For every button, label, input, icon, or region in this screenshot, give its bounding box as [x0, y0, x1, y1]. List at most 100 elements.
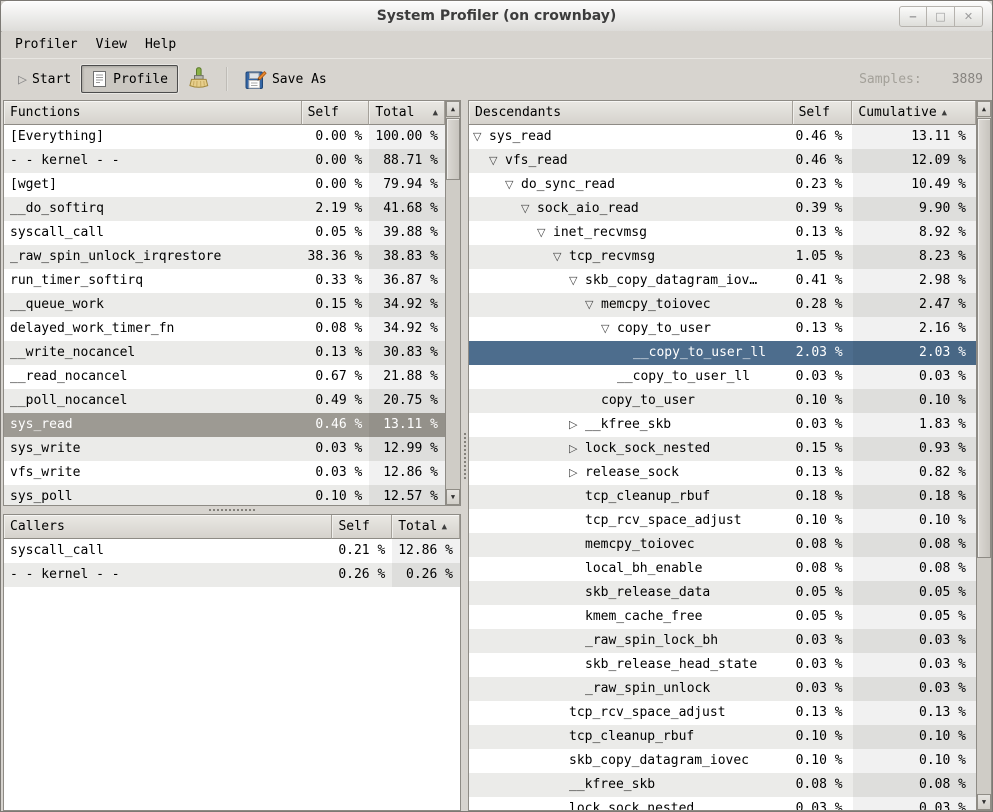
tree-row[interactable]: __copy_to_user_ll2.03 %2.03 % — [469, 341, 976, 365]
table-row[interactable]: __write_nocancel0.13 %30.83 % — [4, 341, 445, 365]
tree-row[interactable]: ▷__kfree_skb0.03 %1.83 % — [469, 413, 976, 437]
expander-open-icon[interactable]: ▽ — [537, 221, 553, 245]
profile-toggle-button[interactable]: Profile — [81, 65, 178, 93]
column-header-cumulative[interactable]: Cumulative ▲ — [852, 101, 976, 125]
table-row[interactable]: __read_nocancel0.67 %21.88 % — [4, 365, 445, 389]
tree-row[interactable]: local_bh_enable0.08 %0.08 % — [469, 557, 976, 581]
tree-row[interactable]: _raw_spin_lock_bh0.03 %0.03 % — [469, 629, 976, 653]
save-as-button[interactable]: Save As — [235, 63, 337, 95]
total-percent: 12.57 % — [369, 485, 445, 505]
table-row[interactable]: __queue_work0.15 %34.92 % — [4, 293, 445, 317]
expander-closed-icon[interactable]: ▷ — [569, 437, 585, 461]
table-row[interactable]: [Everything]0.00 %100.00 % — [4, 125, 445, 149]
expander-open-icon[interactable]: ▽ — [505, 173, 521, 197]
tree-row[interactable]: tcp_rcv_space_adjust0.10 %0.10 % — [469, 509, 976, 533]
table-row[interactable]: syscall_call0.05 %39.88 % — [4, 221, 445, 245]
menu-view[interactable]: View — [87, 34, 136, 55]
column-header-total[interactable]: Total ▲ — [392, 515, 460, 539]
scroll-down-button[interactable]: ▼ — [446, 489, 460, 505]
column-header-self[interactable]: Self — [793, 101, 853, 125]
expander-open-icon[interactable]: ▽ — [521, 197, 537, 221]
tree-row[interactable]: ▷release_sock0.13 %0.82 % — [469, 461, 976, 485]
expander-open-icon[interactable]: ▽ — [489, 149, 505, 173]
tree-row[interactable]: tcp_rcv_space_adjust0.13 %0.13 % — [469, 701, 976, 725]
column-header-self[interactable]: Self — [302, 101, 370, 125]
column-header-total[interactable]: Total ▲ — [369, 101, 445, 125]
table-row[interactable]: [wget]0.00 %79.94 % — [4, 173, 445, 197]
function-name-label: skb_copy_datagram_iov… — [585, 269, 757, 293]
function-name: syscall_call — [4, 539, 333, 563]
tree-row[interactable]: ▽do_sync_read0.23 %10.49 % — [469, 173, 976, 197]
start-button[interactable]: ▷ Start — [8, 67, 81, 92]
tree-row[interactable]: ▽skb_copy_datagram_iov…0.41 %2.98 % — [469, 269, 976, 293]
column-header-self[interactable]: Self — [332, 515, 392, 539]
tree-row[interactable]: __copy_to_user_ll0.03 %0.03 % — [469, 365, 976, 389]
tree-row[interactable]: skb_release_data0.05 %0.05 % — [469, 581, 976, 605]
menu-help[interactable]: Help — [136, 34, 185, 55]
function-name: _raw_spin_unlock_irqrestore — [4, 245, 302, 269]
expander-open-icon[interactable]: ▽ — [585, 293, 601, 317]
tree-row[interactable]: tcp_cleanup_rbuf0.18 %0.18 % — [469, 485, 976, 509]
titlebar[interactable]: System Profiler (on crownbay) ‒□✕ — [1, 1, 992, 32]
table-row[interactable]: - - kernel - -0.26 %0.26 % — [4, 563, 460, 587]
table-row[interactable]: sys_read0.46 %13.11 % — [4, 413, 445, 437]
maximize-button[interactable]: □ — [927, 6, 955, 27]
table-row[interactable]: syscall_call0.21 %12.86 % — [4, 539, 460, 563]
cumulative-percent: 2.47 % — [853, 293, 976, 317]
table-row[interactable]: _raw_spin_unlock_irqrestore38.36 %38.83 … — [4, 245, 445, 269]
tree-row[interactable]: _raw_spin_unlock0.03 %0.03 % — [469, 677, 976, 701]
vertical-splitter[interactable] — [461, 100, 468, 811]
self-percent: 0.05 % — [793, 581, 853, 605]
tree-row[interactable]: ▽memcpy_toiovec0.28 %2.47 % — [469, 293, 976, 317]
column-header-callers[interactable]: Callers — [4, 515, 332, 539]
function-name: ▽tcp_recvmsg — [469, 245, 793, 269]
tree-row[interactable]: ▷lock_sock_nested0.15 %0.93 % — [469, 437, 976, 461]
table-row[interactable]: run_timer_softirq0.33 %36.87 % — [4, 269, 445, 293]
tree-row[interactable]: ▽sys_read0.46 %13.11 % — [469, 125, 976, 149]
column-header-functions[interactable]: Functions — [4, 101, 302, 125]
tree-row[interactable]: memcpy_toiovec0.08 %0.08 % — [469, 533, 976, 557]
close-icon: ✕ — [964, 10, 973, 23]
expander-open-icon[interactable]: ▽ — [601, 317, 617, 341]
tree-row[interactable]: ▽sock_aio_read0.39 %9.90 % — [469, 197, 976, 221]
expander-closed-icon[interactable]: ▷ — [569, 461, 585, 485]
tree-row[interactable]: skb_release_head_state0.03 %0.03 % — [469, 653, 976, 677]
functions-scrollbar[interactable]: ▲ ▼ — [445, 101, 460, 505]
scrollbar-thumb[interactable] — [977, 118, 991, 558]
total-percent: 41.68 % — [369, 197, 445, 221]
tree-row[interactable]: ▽tcp_recvmsg1.05 %8.23 % — [469, 245, 976, 269]
table-row[interactable]: sys_poll0.10 %12.57 % — [4, 485, 445, 505]
table-row[interactable]: __poll_nocancel0.49 %20.75 % — [4, 389, 445, 413]
scroll-up-button[interactable]: ▲ — [446, 101, 460, 117]
scroll-up-button[interactable]: ▲ — [977, 101, 991, 117]
tree-row[interactable]: ▽inet_recvmsg0.13 %8.92 % — [469, 221, 976, 245]
menu-profiler[interactable]: Profiler — [6, 34, 87, 55]
table-row[interactable]: vfs_write0.03 %12.86 % — [4, 461, 445, 485]
scrollbar-thumb[interactable] — [446, 118, 460, 180]
tree-row[interactable]: ▽copy_to_user0.13 %2.16 % — [469, 317, 976, 341]
tree-row[interactable]: skb_copy_datagram_iovec0.10 %0.10 % — [469, 749, 976, 773]
self-percent: 0.05 % — [793, 605, 853, 629]
expander-open-icon[interactable]: ▽ — [553, 245, 569, 269]
minimize-button[interactable]: ‒ — [899, 6, 927, 27]
table-row[interactable]: __do_softirq2.19 %41.68 % — [4, 197, 445, 221]
table-row[interactable]: delayed_work_timer_fn0.08 %34.92 % — [4, 317, 445, 341]
scroll-down-button[interactable]: ▼ — [977, 794, 991, 810]
descendants-scrollbar[interactable]: ▲ ▼ — [976, 101, 991, 810]
horizontal-splitter[interactable] — [3, 506, 461, 514]
tree-row[interactable]: ▽vfs_read0.46 %12.09 % — [469, 149, 976, 173]
expander-open-icon[interactable]: ▽ — [569, 269, 585, 293]
expander-open-icon[interactable]: ▽ — [473, 125, 489, 149]
tree-row[interactable]: copy_to_user0.10 %0.10 % — [469, 389, 976, 413]
table-row[interactable]: - - kernel - -0.00 %88.71 % — [4, 149, 445, 173]
column-header-descendants[interactable]: Descendants — [469, 101, 793, 125]
tree-row[interactable]: __kfree_skb0.08 %0.08 % — [469, 773, 976, 797]
function-name-label: _raw_spin_unlock — [585, 677, 710, 701]
table-row[interactable]: sys_write0.03 %12.99 % — [4, 437, 445, 461]
tree-row[interactable]: lock_sock_nested0.03 %0.03 % — [469, 797, 976, 810]
expander-closed-icon[interactable]: ▷ — [569, 413, 585, 437]
tree-row[interactable]: tcp_cleanup_rbuf0.10 %0.10 % — [469, 725, 976, 749]
close-button[interactable]: ✕ — [955, 6, 983, 27]
reset-profile-button[interactable] — [178, 62, 219, 96]
tree-row[interactable]: kmem_cache_free0.05 %0.05 % — [469, 605, 976, 629]
